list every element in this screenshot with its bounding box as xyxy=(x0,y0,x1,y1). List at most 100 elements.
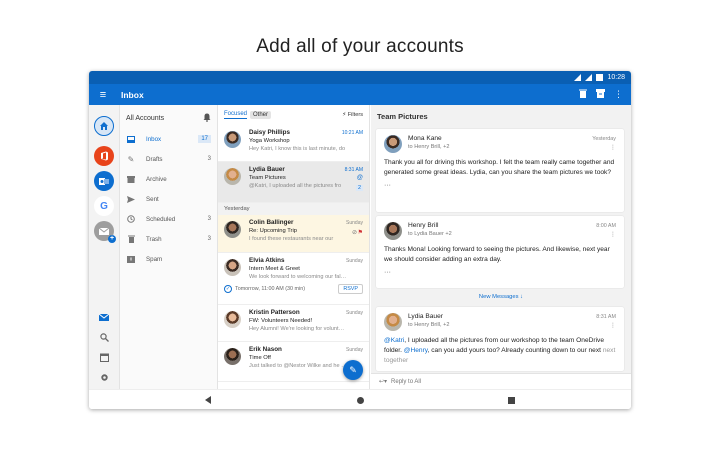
card-date: 8:31 AM xyxy=(596,314,616,320)
section-header-yesterday: Yesterday xyxy=(218,203,369,215)
hamburger-menu-icon[interactable]: ≡ xyxy=(89,89,117,101)
card-date: 8:00 AM xyxy=(596,223,616,229)
reply-bar[interactable]: ↩▾ Reply to All xyxy=(371,373,631,389)
inbox-icon xyxy=(126,134,136,144)
card-body: @Katri, I uploaded all the pictures from… xyxy=(384,336,616,367)
delete-icon[interactable] xyxy=(579,89,587,100)
more-options-icon[interactable]: ⋮ xyxy=(614,89,623,100)
filters-button[interactable]: ⚡ Filters xyxy=(342,112,363,118)
message-card[interactable]: Henry Brill to Lydia Bauer +2 8:00 AM ⋮ … xyxy=(376,216,624,288)
message-item-selected[interactable]: Lydia Bauer Team Pictures @Katri, I uplo… xyxy=(218,162,369,203)
conversation-title: Team Pictures xyxy=(371,105,631,127)
tab-other[interactable]: Other xyxy=(250,111,272,119)
folder-sent[interactable]: Sent xyxy=(120,191,217,207)
more-options-icon[interactable]: ⋮ xyxy=(610,144,616,151)
show-quoted-icon[interactable]: ··· xyxy=(384,269,616,276)
status-bar: 10:28 xyxy=(89,71,631,84)
card-body: Thanks Mona! Looking forward to seeing t… xyxy=(384,246,610,264)
avatar xyxy=(224,221,241,238)
message-subject: FW: Volunteers Needed! xyxy=(249,318,313,324)
message-preview: Just talked to @Nestor Wilke and he will xyxy=(249,363,347,369)
message-item[interactable]: Kristin Patterson FW: Volunteers Needed!… xyxy=(218,305,369,342)
message-preview: Hey Katri, I know this is last minute, d… xyxy=(249,146,346,152)
back-icon[interactable] xyxy=(203,395,213,405)
search-icon[interactable] xyxy=(98,331,110,343)
message-card[interactable]: Lydia Bauer to Henry Brill, +2 8:31 AM ⋮… xyxy=(376,307,624,371)
message-subject: Time Off xyxy=(249,355,271,361)
avatar xyxy=(384,135,402,153)
avatar xyxy=(224,259,241,276)
card-body: Thank you all for driving this workshop.… xyxy=(384,159,615,177)
card-recipients: to Henry Brill, +2 xyxy=(408,144,450,150)
compose-button[interactable]: ✎ xyxy=(343,360,363,380)
message-subject: Team Pictures xyxy=(249,175,286,181)
archive-icon[interactable] xyxy=(596,89,605,100)
battery-icon xyxy=(596,74,604,81)
all-accounts-home-icon[interactable] xyxy=(94,116,114,136)
folder-inbox[interactable]: Inbox 17 xyxy=(120,131,217,147)
folder-pane: All Accounts Inbox 17 ✎ Drafts 3 Archive… xyxy=(120,105,218,389)
bell-icon[interactable] xyxy=(203,113,211,124)
trash-icon xyxy=(126,234,136,244)
avatar xyxy=(384,222,402,240)
folder-count: 17 xyxy=(198,135,211,143)
message-item[interactable]: Elvia Atkins Intern Meet & Greet We look… xyxy=(218,253,369,305)
recent-apps-icon[interactable] xyxy=(506,395,516,405)
message-preview: @Katri, I uploaded all the pictures fro xyxy=(249,183,342,189)
mail-icon[interactable] xyxy=(98,311,110,323)
system-nav-bar xyxy=(89,389,631,409)
message-preview: I found these restaurants near our xyxy=(249,236,334,242)
folder-archive[interactable]: Archive xyxy=(120,171,217,187)
settings-gear-icon[interactable] xyxy=(98,371,110,383)
rsvp-button[interactable]: RSVP xyxy=(338,284,363,294)
mention-henry[interactable]: @Henry xyxy=(404,347,428,354)
more-options-icon[interactable]: ⋮ xyxy=(610,322,616,329)
message-preview: Hey Alumni! We're looking for volunteers xyxy=(249,326,347,332)
outlook-account-icon[interactable] xyxy=(94,171,114,191)
pencil-icon: ✎ xyxy=(349,364,357,375)
folder-trash[interactable]: Trash 3 xyxy=(120,231,217,247)
add-account-icon[interactable]: + xyxy=(94,221,116,243)
flag-icon[interactable]: ⚑ xyxy=(358,229,363,236)
card-sender: Henry Brill xyxy=(408,222,439,229)
folder-drafts[interactable]: ✎ Drafts 3 xyxy=(120,151,217,167)
folder-spam[interactable]: Spam xyxy=(120,251,217,267)
calendar-icon[interactable] xyxy=(98,351,110,363)
folder-count: 3 xyxy=(207,156,211,162)
mention-katri[interactable]: @Katri xyxy=(384,337,404,344)
signal-icon xyxy=(574,74,582,81)
folder-label: Sent xyxy=(146,195,159,203)
folder-label: Scheduled xyxy=(146,215,176,223)
headline: Add all of your accounts xyxy=(256,36,464,57)
folder-scheduled[interactable]: Scheduled 3 xyxy=(120,211,217,227)
card-body-text: , can you add yours too? Already countin… xyxy=(427,347,601,355)
home-icon[interactable] xyxy=(355,395,365,405)
mention-icon: @ xyxy=(356,175,363,181)
message-time: Sunday xyxy=(346,310,363,316)
filters-label: Filters xyxy=(347,112,363,118)
folder-label: Trash xyxy=(146,235,162,243)
google-account-icon[interactable]: G xyxy=(94,196,114,216)
tablet-frame: 10:28 ≡ Inbox ⋮ G + All Accounts Inbox 1… xyxy=(89,71,631,409)
account-rail: G + xyxy=(89,105,120,389)
tab-focused[interactable]: Focused xyxy=(224,111,248,119)
card-recipients: to Henry Brill, +2 xyxy=(408,322,450,328)
message-item[interactable]: Daisy Phillips Yoga Workshop Hey Katri, … xyxy=(218,125,369,162)
more-options-icon[interactable]: ⋮ xyxy=(610,231,616,238)
archive-box-icon xyxy=(126,174,136,184)
message-time: Sunday xyxy=(346,220,363,226)
reply-all-icon[interactable]: ↩▾ xyxy=(379,378,387,385)
folder-label: Drafts xyxy=(146,155,163,163)
avatar xyxy=(384,313,402,331)
all-accounts-label: All Accounts xyxy=(126,114,165,122)
send-icon xyxy=(126,194,136,204)
message-card[interactable]: Mona Kane to Henry Brill, +2 Yesterday ⋮… xyxy=(376,129,624,212)
office-account-icon[interactable] xyxy=(94,146,114,166)
app-bar: ≡ Inbox ⋮ xyxy=(89,84,631,105)
show-quoted-icon[interactable]: ··· xyxy=(384,182,616,189)
clock-icon xyxy=(126,214,136,224)
arrow-down-icon: ↓ xyxy=(520,294,524,300)
new-messages-link[interactable]: New Messages ↓ xyxy=(371,294,631,300)
message-item[interactable]: Colin Ballinger Re: Upcoming Trip I foun… xyxy=(218,215,369,253)
message-time: 10:21 AM xyxy=(341,130,363,136)
